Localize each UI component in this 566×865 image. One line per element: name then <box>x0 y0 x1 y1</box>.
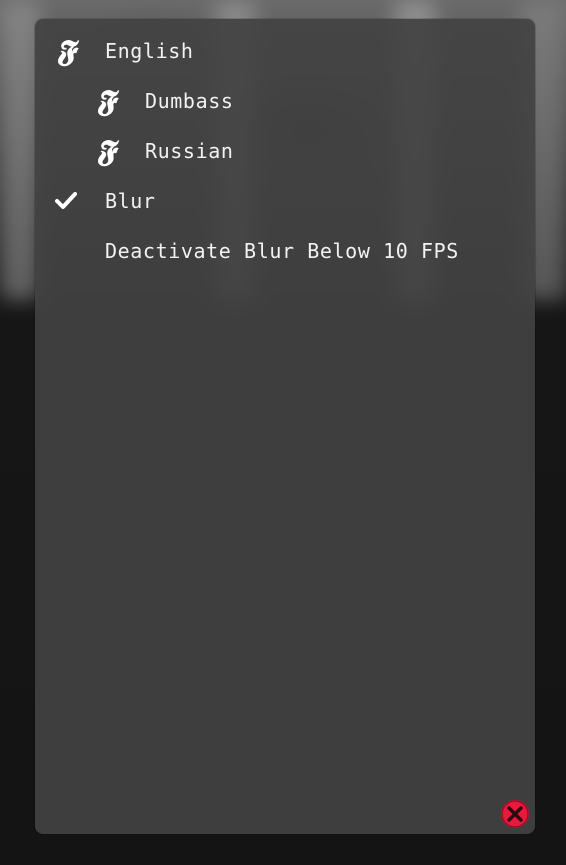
close-button[interactable] <box>500 799 530 829</box>
menu-item-label: English <box>105 39 194 63</box>
menu-item-dumbass[interactable]: 𝕱 Dumbass <box>35 77 535 127</box>
fraktur-f-icon: 𝕱 <box>56 34 76 69</box>
menu-item-label: Dumbass <box>145 89 234 113</box>
close-icon <box>501 800 529 828</box>
background-streak <box>0 0 40 300</box>
menu-item-label: Deactivate Blur Below 10 FPS <box>105 239 459 263</box>
menu-item-label: Russian <box>145 139 234 163</box>
fraktur-f-icon: 𝕱 <box>96 84 116 119</box>
fraktur-f-icon: 𝕱 <box>96 134 116 169</box>
menu-item-blur[interactable]: Blur <box>35 177 535 227</box>
menu-item-deactivate-blur[interactable]: Deactivate Blur Below 10 FPS <box>35 227 535 277</box>
menu-item-label: Blur <box>105 189 156 213</box>
settings-menu-panel: 𝕱 English 𝕱 Dumbass 𝕱 Russian Blur Deact… <box>35 19 535 834</box>
menu-item-english[interactable]: 𝕱 English <box>35 27 535 77</box>
menu-item-russian[interactable]: 𝕱 Russian <box>35 127 535 177</box>
checkmark-icon <box>50 185 82 217</box>
